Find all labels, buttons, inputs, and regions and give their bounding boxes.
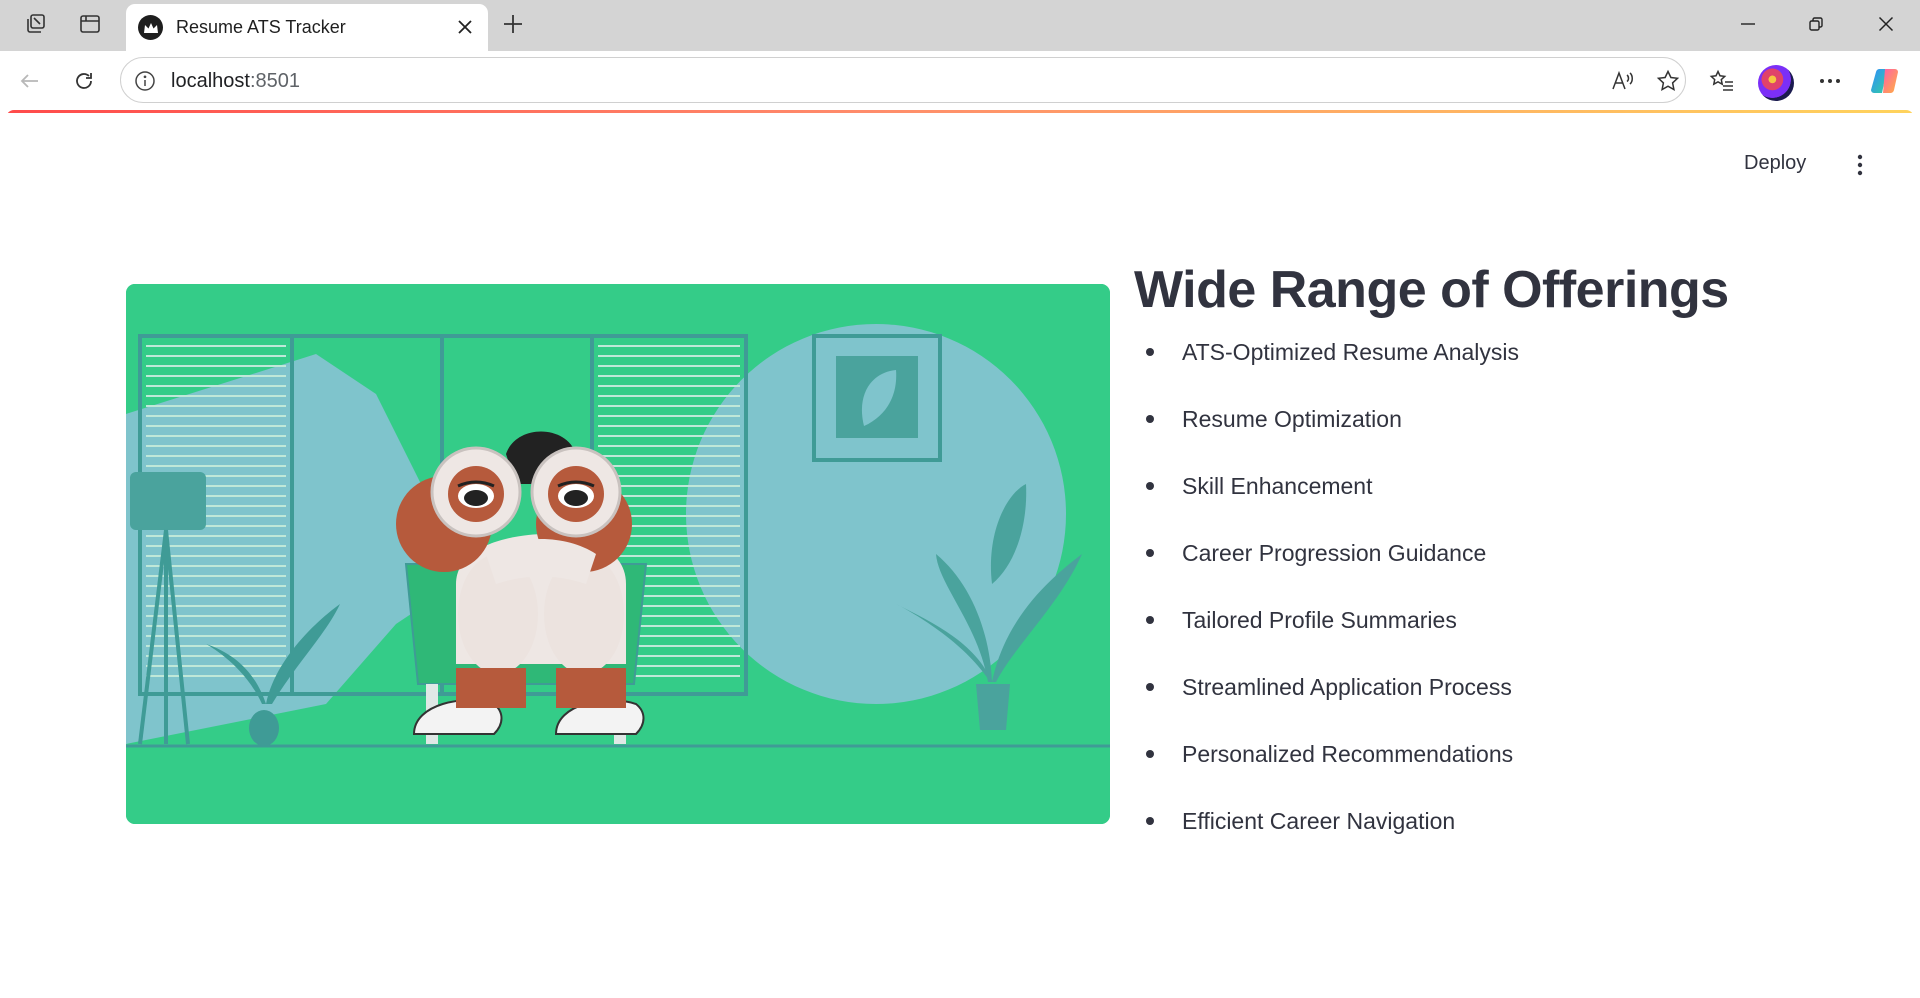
more-horizontal-icon[interactable] [1812,63,1848,99]
page-title: Wide Range of Offerings [1134,261,1729,319]
read-aloud-icon[interactable] [1609,67,1639,95]
streamlit-crown-icon [138,15,163,40]
profile-avatar[interactable] [1758,65,1794,101]
tab-actions-icon[interactable] [72,8,108,40]
minimize-icon[interactable] [1724,6,1772,42]
close-window-icon[interactable] [1862,6,1910,42]
list-item-label: Streamlined Application Process [1182,674,1512,700]
bullet-icon [1146,817,1154,825]
list-item: Efficient Career Navigation [1142,803,1519,870]
list-item: Skill Enhancement [1142,468,1519,535]
info-icon[interactable] [131,67,159,95]
list-item-label: Career Progression Guidance [1182,540,1487,566]
bullet-icon [1146,683,1154,691]
star-icon[interactable] [1653,67,1683,95]
list-item: Personalized Recommendations [1142,736,1519,803]
new-tab-plus-icon[interactable] [496,8,530,40]
bullet-icon [1146,549,1154,557]
list-item-label: Skill Enhancement [1182,473,1373,499]
list-item: Streamlined Application Process [1142,669,1519,736]
bullet-icon [1146,348,1154,356]
list-item-label: Efficient Career Navigation [1182,808,1456,834]
list-item: Resume Optimization [1142,401,1519,468]
hero-illustration-image [126,284,1110,824]
list-item: ATS-Optimized Resume Analysis [1142,334,1519,401]
browser-tab-strip: Resume ATS Tracker [0,0,1920,51]
favorites-list-icon[interactable] [1704,63,1740,99]
list-item-label: Personalized Recommendations [1182,741,1514,767]
more-vertical-icon[interactable] [1846,150,1874,180]
bullet-icon [1146,750,1154,758]
restore-icon[interactable] [1792,6,1840,42]
url-text: localhost:8501 [171,70,300,92]
tab-title: Resume ATS Tracker [176,17,346,37]
browser-toolbar: localhost:8501 [0,51,1920,110]
back-arrow-icon[interactable] [12,63,48,99]
workspaces-icon[interactable] [18,8,54,40]
list-item: Career Progression Guidance [1142,535,1519,602]
address-bar[interactable]: localhost:8501 [120,57,1686,103]
list-item: Tailored Profile Summaries [1142,602,1519,669]
deploy-button[interactable]: Deploy [1744,152,1806,175]
list-item-label: Resume Optimization [1182,406,1402,432]
offerings-list: ATS-Optimized Resume Analysis Resume Opt… [1142,334,1519,870]
bullet-icon [1146,415,1154,423]
active-tab[interactable]: Resume ATS Tracker [126,4,488,51]
list-item-label: Tailored Profile Summaries [1182,607,1457,633]
header-decoration-line [6,110,1914,113]
streamlit-app-page: Deploy Wide Range of Offerings ATS-Optim… [6,110,1914,998]
bullet-icon [1146,616,1154,624]
refresh-icon[interactable] [66,63,102,99]
bullet-icon [1146,482,1154,490]
close-tab-icon[interactable] [452,14,478,40]
copilot-icon[interactable] [1868,63,1904,99]
illustration-person-with-binoculars [126,284,1110,824]
list-item-label: ATS-Optimized Resume Analysis [1182,339,1520,365]
